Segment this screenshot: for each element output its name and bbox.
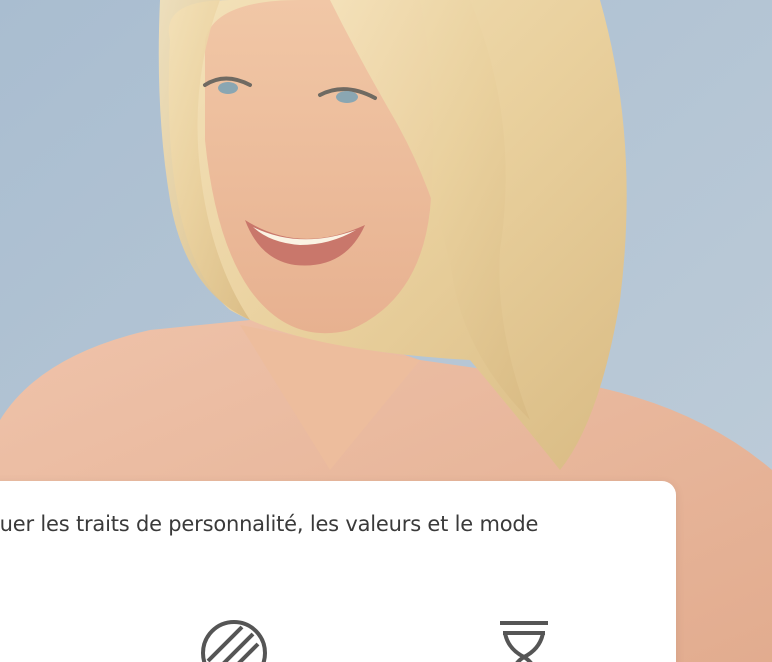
info-card: luer les traits de personnalité, les val… <box>0 481 676 662</box>
slashed-circle-icon <box>201 620 267 662</box>
hourglass-icon <box>500 621 548 662</box>
card-description: luer les traits de personnalité, les val… <box>0 512 539 536</box>
hero-section: luer les traits de personnalité, les val… <box>0 0 772 662</box>
